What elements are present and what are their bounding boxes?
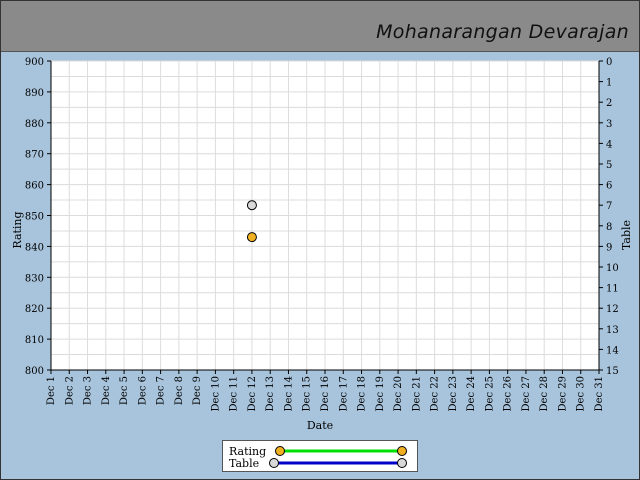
x-tick-label: Dec 4 (101, 376, 112, 405)
y2-tick-label: 14 (606, 345, 619, 356)
y-tick-label: 830 (25, 273, 44, 284)
y2-tick-label: 11 (606, 284, 619, 295)
y2-tick-label: 2 (606, 98, 612, 109)
y2-tick-label: 6 (606, 181, 612, 192)
legend-marker-rating-start (275, 446, 285, 456)
x-tick-label: Dec 29 (557, 376, 568, 411)
y-tick-label: 820 (25, 304, 44, 315)
y-tick-label: 840 (25, 242, 44, 253)
x-tick-label: Dec 28 (539, 376, 550, 411)
x-tick-label: Dec 30 (576, 376, 587, 411)
x-tick-label: Dec 22 (430, 376, 441, 411)
legend-swatches (269, 446, 407, 468)
y2-tick-label: 4 (606, 139, 612, 150)
y2-tick-label: 15 (606, 366, 619, 377)
rating-point (246, 232, 257, 243)
x-tick-label: Dec 7 (156, 376, 167, 405)
y-tick-label: 890 (25, 88, 44, 99)
y2-tick-label: 0 (606, 57, 612, 68)
x-tick-label: Dec 8 (174, 376, 185, 405)
y-axis-title: Rating (11, 211, 24, 248)
y-tick-label: 900 (25, 57, 44, 68)
y2-tick-label: 12 (606, 304, 619, 315)
x-tick-label: Dec 27 (521, 376, 532, 411)
x-tick-label: Dec 18 (357, 376, 368, 411)
x-tick-label: Dec 10 (210, 376, 221, 411)
x-tick-label: Dec 9 (192, 376, 203, 405)
y-tick-label: 860 (25, 181, 44, 192)
x-tick-label: Dec 21 (411, 376, 422, 411)
y-tick-label: 850 (25, 212, 44, 223)
y2-tick-label: 1 (606, 78, 612, 89)
x-tick-label: Dec 19 (375, 376, 386, 411)
y2-tick-label: 7 (606, 201, 612, 212)
y2-tick-label: 3 (606, 119, 612, 130)
y-tick-label: 800 (25, 366, 44, 377)
x-tick-label: Dec 11 (229, 376, 240, 411)
legend-marker-table-start (269, 458, 279, 468)
x-tick-label: Dec 15 (302, 376, 313, 411)
x-tick-label: Dec 2 (64, 376, 75, 405)
x-tick-label: Dec 31 (594, 376, 605, 411)
x-tick-label: Dec 14 (283, 376, 294, 411)
rating-chart: 9008908808708608508408308208108000123456… (11, 57, 633, 432)
y2-tick-label: 5 (606, 160, 612, 171)
x-tick-label: Dec 24 (466, 376, 477, 411)
x-tick-label: Dec 20 (393, 376, 404, 411)
y2-tick-label: 9 (606, 242, 612, 253)
y2-tick-label: 10 (606, 263, 619, 274)
y2-tick-label: 8 (606, 222, 612, 233)
x-tick-label: Dec 5 (119, 376, 130, 405)
x-tick-label: Dec 12 (247, 376, 258, 411)
table-point (246, 200, 257, 211)
x-tick-label: Dec 16 (320, 376, 331, 411)
x-tick-label: Dec 13 (265, 376, 276, 411)
x-tick-label: Dec 23 (448, 376, 459, 411)
y-tick-label: 870 (25, 150, 44, 161)
x-tick-label: Dec 3 (83, 376, 94, 405)
legend-marker-rating-end (397, 446, 407, 456)
x-tick-label: Dec 17 (338, 376, 349, 411)
legend-marker-table-end (397, 458, 407, 468)
x-tick-label: Dec 26 (503, 376, 514, 411)
x-axis-title: Date (307, 419, 333, 432)
y2-axis-title: Table (620, 220, 633, 250)
x-tick-label: Dec 1 (46, 376, 57, 405)
x-tick-label: Dec 25 (484, 376, 495, 411)
y2-tick-label: 13 (606, 325, 619, 336)
x-tick-label: Dec 6 (137, 376, 148, 405)
y-tick-label: 880 (25, 119, 44, 130)
y-tick-label: 810 (25, 335, 44, 346)
legend: Rating Table (222, 440, 418, 472)
